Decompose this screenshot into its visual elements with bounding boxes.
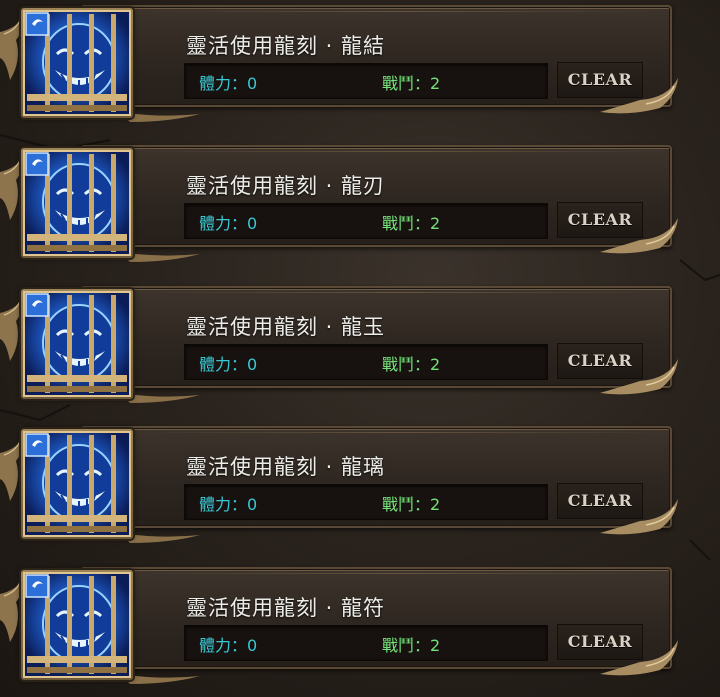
attack-stat: 戰鬥：2	[382, 355, 441, 374]
card-portrait-frame[interactable]	[21, 289, 133, 399]
hp-stat: 體力：0	[199, 355, 258, 374]
blue-grinning-mask-caged-icon	[23, 10, 131, 116]
attack-stat: 戰鬥：2	[382, 495, 441, 514]
hp-stat: 體力：0	[199, 214, 258, 233]
panel-highlight	[142, 11, 662, 12]
hp-stat: 體力：0	[199, 495, 258, 514]
card-portrait-frame[interactable]	[21, 8, 133, 118]
item-title: 靈活使用龍刻 · 龍結	[186, 34, 386, 58]
clear-button[interactable]: CLEAR	[557, 202, 643, 238]
stats-bar: 體力：0 戰鬥：2	[184, 344, 548, 380]
stats-bar: 體力：0 戰鬥：2	[184, 63, 548, 99]
hp-stat: 體力：0	[199, 74, 258, 93]
panel-highlight	[142, 292, 662, 293]
panel-highlight	[142, 151, 662, 152]
item-title: 靈活使用龍刻 · 龍刃	[186, 174, 386, 198]
card-portrait-frame[interactable]	[21, 148, 133, 258]
stats-bar: 體力：0 戰鬥：2	[184, 203, 548, 239]
card-portrait-frame[interactable]	[21, 429, 133, 539]
panel-highlight	[142, 432, 662, 433]
card-portrait-frame[interactable]	[21, 570, 133, 680]
list-item-3: 靈活使用龍刻 · 龍玉 體力：0 戰鬥：2 CLEAR	[0, 281, 720, 406]
list-item-1: 靈活使用龍刻 · 龍結 體力：0 戰鬥：2 CLEAR	[0, 0, 720, 125]
attack-stat: 戰鬥：2	[382, 214, 441, 233]
blue-grinning-mask-caged-icon	[23, 431, 131, 537]
item-title: 靈活使用龍刻 · 龍璃	[186, 455, 386, 479]
item-title: 靈活使用龍刻 · 龍玉	[186, 315, 386, 339]
list-item-5: 靈活使用龍刻 · 龍符 體力：0 戰鬥：2 CLEAR	[0, 562, 720, 687]
list-item-4: 靈活使用龍刻 · 龍璃 體力：0 戰鬥：2 CLEAR	[0, 421, 720, 546]
panel-highlight	[142, 573, 662, 574]
clear-button[interactable]: CLEAR	[557, 343, 643, 379]
blue-grinning-mask-caged-icon	[23, 572, 131, 678]
blue-grinning-mask-caged-icon	[23, 150, 131, 256]
item-title: 靈活使用龍刻 · 龍符	[186, 596, 386, 620]
hp-stat: 體力：0	[199, 636, 258, 655]
attack-stat: 戰鬥：2	[382, 74, 441, 93]
list-item-2: 靈活使用龍刻 · 龍刃 體力：0 戰鬥：2 CLEAR	[0, 140, 720, 265]
blue-grinning-mask-caged-icon	[23, 291, 131, 397]
stats-bar: 體力：0 戰鬥：2	[184, 625, 548, 661]
clear-button[interactable]: CLEAR	[557, 62, 643, 98]
clear-button[interactable]: CLEAR	[557, 483, 643, 519]
clear-button[interactable]: CLEAR	[557, 624, 643, 660]
stats-bar: 體力：0 戰鬥：2	[184, 484, 548, 520]
attack-stat: 戰鬥：2	[382, 636, 441, 655]
